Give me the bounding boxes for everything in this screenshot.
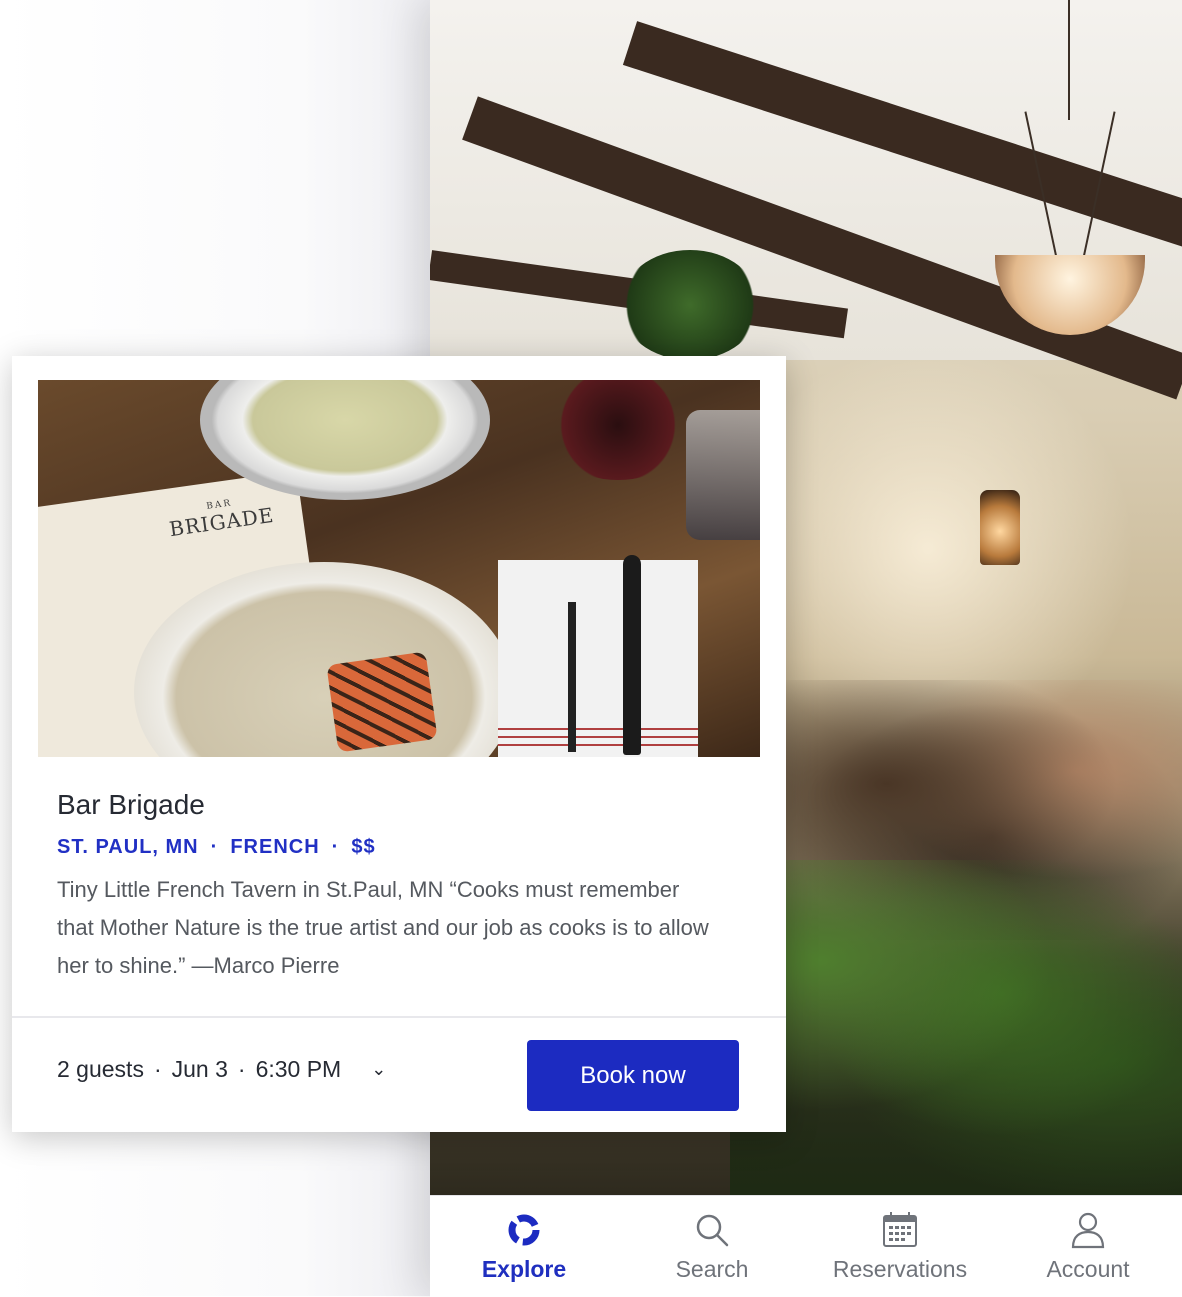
knife <box>623 555 641 755</box>
tab-label: Search <box>675 1256 749 1282</box>
wall-sconce <box>980 490 1020 565</box>
book-now-button[interactable]: Book now <box>527 1040 739 1111</box>
tab-explore[interactable]: Explore <box>430 1196 618 1297</box>
restaurant-name[interactable]: Bar Brigade <box>57 789 205 821</box>
tab-label: Reservations <box>832 1256 968 1282</box>
booking-selector[interactable]: 2 guests · Jun 3 · 6:30 PM ⌄ <box>57 1056 386 1083</box>
restaurant-card[interactable]: BAR BRIGADE Bar Brigade ST. PAUL, MN · F… <box>12 356 786 1132</box>
booking-time: 6:30 PM <box>255 1056 342 1082</box>
booking-separator: · <box>237 1056 246 1082</box>
hanging-plant <box>620 250 760 360</box>
search-icon <box>696 1214 729 1247</box>
booking-separator: · <box>153 1056 162 1082</box>
food-photo: BAR BRIGADE <box>38 380 760 757</box>
calendar-icon <box>883 1212 917 1247</box>
foliage <box>730 860 1182 1195</box>
restaurant-price: $$ <box>351 836 376 858</box>
person-icon <box>1071 1212 1105 1249</box>
meta-separator: · <box>210 836 219 858</box>
guest-count: 2 guests <box>57 1056 144 1082</box>
grilled-salmon <box>326 651 438 753</box>
wine-glass <box>543 380 693 480</box>
tab-label: Account <box>1046 1256 1130 1282</box>
water-glass <box>686 410 760 540</box>
meta-separator: · <box>331 836 340 858</box>
restaurant-location: ST. PAUL, MN <box>57 836 199 858</box>
fork <box>568 602 576 752</box>
bottom-tab-bar: Explore Search Reservations Account <box>430 1195 1182 1297</box>
restaurant-meta: ST. PAUL, MN · FRENCH · $$ <box>57 836 376 859</box>
tab-label: Explore <box>481 1256 567 1282</box>
tab-reservations[interactable]: Reservations <box>806 1196 994 1297</box>
booking-date: Jun 3 <box>171 1056 228 1082</box>
explore-icon <box>508 1214 540 1246</box>
napkin <box>498 560 698 757</box>
tab-search[interactable]: Search <box>618 1196 806 1297</box>
chevron-down-icon[interactable]: ⌄ <box>371 1059 386 1080</box>
restaurant-description: Tiny Little French Tavern in St.Paul, MN… <box>57 877 709 978</box>
tab-account[interactable]: Account <box>994 1196 1182 1297</box>
restaurant-cuisine: FRENCH <box>230 836 320 858</box>
lamp-chain <box>1068 0 1070 120</box>
card-divider <box>12 1016 786 1018</box>
